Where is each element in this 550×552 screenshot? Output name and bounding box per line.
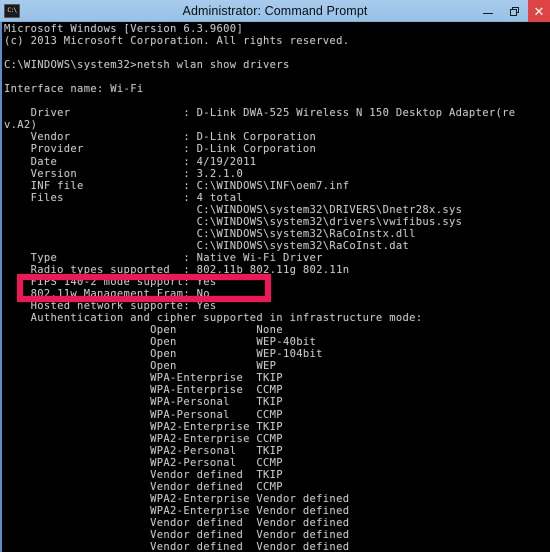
console-output-area[interactable]: Microsoft Windows [Version 6.3.9600] (c)… <box>0 22 550 552</box>
console-text: Microsoft Windows [Version 6.3.9600] (c)… <box>4 23 516 552</box>
maximize-button[interactable] <box>501 0 528 22</box>
close-icon: ✕ <box>533 3 545 19</box>
title-bar[interactable]: C:\ Administrator: Command Prompt ✕ <box>0 0 550 22</box>
minimize-icon <box>482 13 493 14</box>
close-button[interactable]: ✕ <box>528 0 550 22</box>
command-prompt-window: C:\ Administrator: Command Prompt ✕ Micr… <box>0 0 550 552</box>
window-title: Administrator: Command Prompt <box>182 3 368 18</box>
console-icon-glyph: C:\ <box>7 6 17 14</box>
maximize-icon <box>510 6 519 16</box>
window-controls: ✕ <box>474 0 550 22</box>
minimize-button[interactable] <box>474 0 501 22</box>
console-icon[interactable]: C:\ <box>4 3 20 18</box>
